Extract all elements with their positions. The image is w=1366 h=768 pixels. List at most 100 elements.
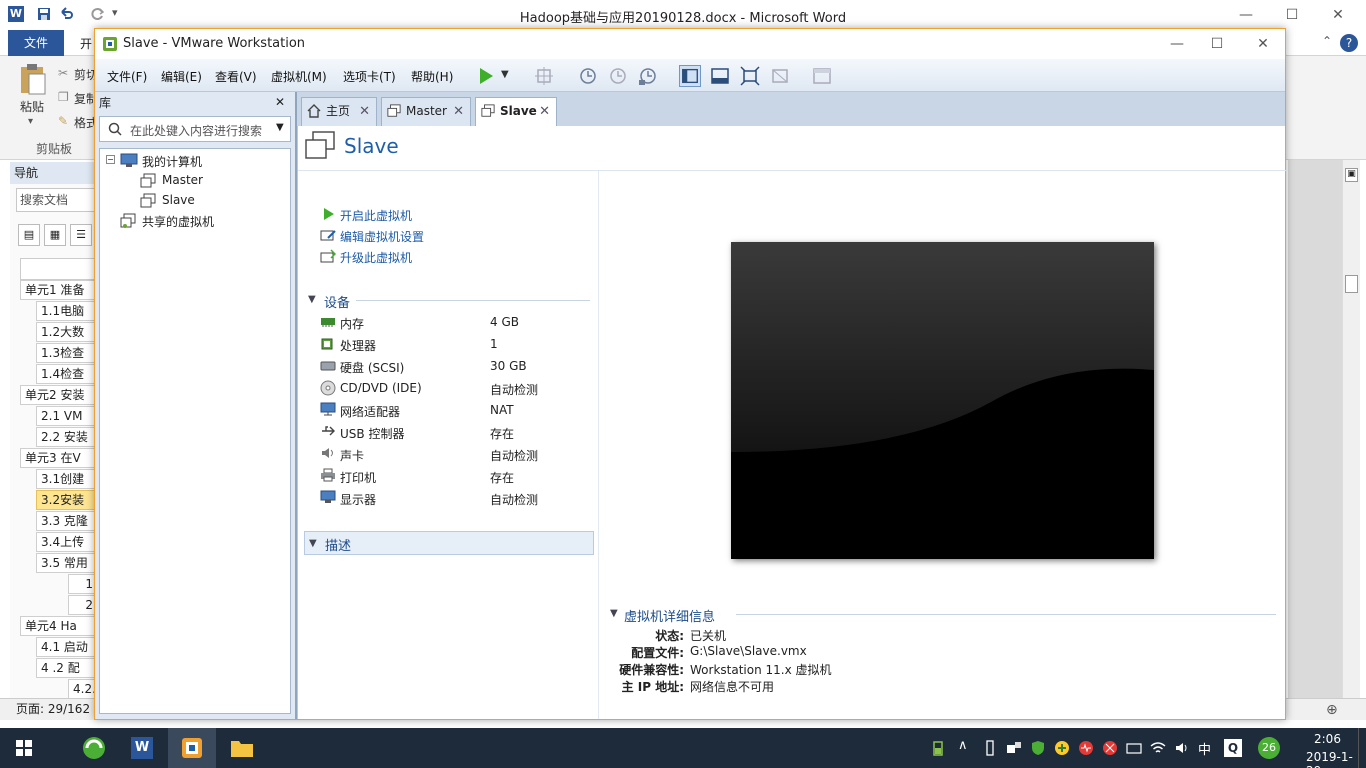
nav-heading[interactable]: 3.3 克隆 bbox=[36, 511, 96, 531]
details-collapse-icon[interactable]: ▼ bbox=[610, 608, 618, 619]
vmware-close-button[interactable]: ✕ bbox=[1251, 33, 1275, 55]
nav-heading[interactable]: 3.5 常用 bbox=[36, 553, 96, 573]
zoom-in-icon[interactable]: ⊕ bbox=[1326, 700, 1338, 720]
nav-search-input[interactable]: 搜索文档 bbox=[16, 188, 96, 212]
file-tab[interactable]: 文件 bbox=[8, 30, 64, 57]
monitor-tray-icon[interactable] bbox=[1078, 740, 1094, 756]
nav-heading[interactable]: 2 bbox=[68, 595, 96, 615]
device-hard-disk[interactable]: 硬盘 (SCSI) bbox=[340, 359, 404, 376]
tab-master[interactable]: Master ✕ bbox=[381, 97, 471, 126]
action-power-on[interactable]: 开启此虚拟机 bbox=[340, 207, 412, 224]
device-network-adapter[interactable]: 网络适配器 bbox=[340, 403, 400, 420]
nav-heading[interactable]: 3.4上传 bbox=[36, 532, 96, 552]
page-count[interactable]: 页面: 29/162 bbox=[16, 702, 90, 716]
full-screen-icon[interactable] bbox=[739, 65, 761, 87]
scroll-thumb[interactable] bbox=[1345, 275, 1358, 293]
menu-vm[interactable]: 虚拟机(M) bbox=[271, 68, 327, 85]
notification-badge[interactable]: 26 bbox=[1258, 737, 1280, 759]
search-tray-icon[interactable]: Q bbox=[1224, 739, 1242, 757]
description-collapse-icon[interactable]: ▼ bbox=[309, 538, 317, 549]
tree-my-computer[interactable]: 我的计算机 bbox=[142, 153, 202, 170]
menu-edit[interactable]: 编辑(E) bbox=[161, 68, 202, 85]
security-shield-icon[interactable] bbox=[1030, 740, 1046, 756]
taskbar-vmware[interactable] bbox=[168, 728, 216, 768]
revert-snapshot-icon[interactable] bbox=[607, 65, 629, 87]
taskbar-word[interactable]: W bbox=[118, 728, 166, 768]
ruler-toggle-icon[interactable]: ▣ bbox=[1345, 168, 1358, 182]
device-display[interactable]: 显示器 bbox=[340, 491, 376, 508]
nav-heading[interactable]: 4.2. bbox=[68, 679, 96, 699]
device-printer[interactable]: 打印机 bbox=[340, 469, 376, 486]
menu-view[interactable]: 查看(V) bbox=[215, 68, 257, 85]
vmware-minimize-button[interactable]: — bbox=[1165, 33, 1189, 55]
power-dropdown-icon[interactable]: ▼ bbox=[501, 69, 509, 80]
results-view-icon[interactable]: ☰ bbox=[70, 224, 92, 246]
nav-heading[interactable]: 单元4 Ha bbox=[20, 616, 96, 636]
format-painter-icon[interactable]: ✎ bbox=[58, 114, 68, 128]
details-section-title[interactable]: 虚拟机详细信息 bbox=[624, 606, 715, 625]
library-close-icon[interactable]: ✕ bbox=[275, 95, 285, 109]
show-thumbnail-bar-icon[interactable] bbox=[709, 65, 731, 87]
device-tray-icon[interactable] bbox=[1006, 740, 1022, 756]
devices-collapse-icon[interactable]: ▼ bbox=[308, 294, 316, 305]
taskbar-browser[interactable] bbox=[70, 728, 118, 768]
cut-icon[interactable]: ✂ bbox=[58, 66, 68, 80]
power-on-icon[interactable] bbox=[475, 65, 497, 87]
pages-view-icon[interactable]: ▦ bbox=[44, 224, 66, 246]
send-ctrl-alt-del-icon[interactable] bbox=[533, 65, 555, 87]
menu-help[interactable]: 帮助(H) bbox=[411, 68, 453, 85]
nav-heading[interactable]: 单元3 在V bbox=[20, 448, 96, 468]
volume-icon[interactable] bbox=[1174, 740, 1190, 756]
library-search-input[interactable]: 在此处键入内容进行搜索 bbox=[130, 122, 262, 139]
device-cd-dvd[interactable]: CD/DVD (IDE) bbox=[340, 381, 422, 395]
word-document-area[interactable] bbox=[1288, 160, 1342, 698]
nav-heading-selected[interactable]: 3.2安装 bbox=[36, 490, 96, 510]
console-view-icon[interactable] bbox=[811, 65, 833, 87]
nav-heading[interactable]: 1.3检查 bbox=[36, 343, 96, 363]
battery-icon[interactable] bbox=[930, 740, 946, 756]
word-minimize-button[interactable]: — bbox=[1234, 4, 1258, 26]
device-sound-card[interactable]: 声卡 bbox=[340, 447, 364, 464]
action-edit-settings[interactable]: 编辑虚拟机设置 bbox=[340, 228, 424, 245]
vmware-maximize-button[interactable]: ☐ bbox=[1205, 33, 1229, 55]
devices-section-title[interactable]: 设备 bbox=[324, 292, 350, 311]
tree-vm-master[interactable]: Master bbox=[162, 173, 203, 187]
add-tray-icon[interactable] bbox=[1054, 740, 1070, 756]
nav-heading[interactable]: 2.1 VM bbox=[36, 406, 96, 426]
wifi-icon[interactable] bbox=[1150, 740, 1166, 756]
nav-heading[interactable]: 2.2 安装 bbox=[36, 427, 96, 447]
ribbon-collapse-icon[interactable]: ⌃ bbox=[1322, 34, 1332, 48]
nav-heading[interactable]: 4.1 启动 bbox=[36, 637, 96, 657]
paste-dropdown-icon[interactable]: ▾ bbox=[28, 116, 33, 127]
tab-home[interactable]: 主页 ✕ bbox=[301, 97, 377, 126]
nav-heading[interactable]: 3.1创建 bbox=[36, 469, 96, 489]
nav-heading[interactable]: 1 bbox=[68, 574, 96, 594]
snapshot-manager-icon[interactable] bbox=[637, 65, 659, 87]
nav-heading[interactable]: 1.1电脑 bbox=[36, 301, 96, 321]
help-icon[interactable]: ? bbox=[1340, 34, 1358, 52]
tab-close-icon[interactable]: ✕ bbox=[453, 98, 464, 125]
device-processor[interactable]: 处理器 bbox=[340, 337, 376, 354]
tab-close-icon[interactable]: ✕ bbox=[539, 98, 550, 125]
unity-icon[interactable] bbox=[769, 65, 791, 87]
copy-icon[interactable]: ❐ bbox=[58, 90, 69, 104]
clock-time[interactable]: 2:06 bbox=[1314, 732, 1341, 746]
keyboard-tray-icon[interactable] bbox=[1126, 740, 1142, 756]
word-close-button[interactable]: ✕ bbox=[1326, 4, 1350, 26]
library-search-dropdown-icon[interactable]: ▼ bbox=[276, 122, 284, 133]
home-tab[interactable]: 开 bbox=[80, 35, 92, 52]
nav-collapse-bar[interactable] bbox=[20, 258, 96, 280]
app-tray-icon[interactable] bbox=[1102, 740, 1118, 756]
device-usb-controller[interactable]: USB 控制器 bbox=[340, 425, 404, 442]
nav-heading[interactable]: 单元2 安装 bbox=[20, 385, 96, 405]
show-library-icon[interactable] bbox=[679, 65, 701, 87]
tab-close-icon[interactable]: ✕ bbox=[359, 98, 370, 125]
vm-screen-thumbnail[interactable] bbox=[731, 242, 1154, 559]
menu-tabs[interactable]: 选项卡(T) bbox=[343, 68, 396, 85]
nav-heading[interactable]: 单元1 准备 bbox=[20, 280, 96, 300]
word-maximize-button[interactable]: ☐ bbox=[1280, 4, 1304, 26]
paste-label[interactable]: 粘贴 bbox=[20, 98, 44, 115]
device-memory[interactable]: 内存 bbox=[340, 315, 364, 332]
tree-collapse-icon[interactable]: − bbox=[106, 155, 115, 164]
show-desktop-button[interactable] bbox=[1358, 728, 1366, 768]
